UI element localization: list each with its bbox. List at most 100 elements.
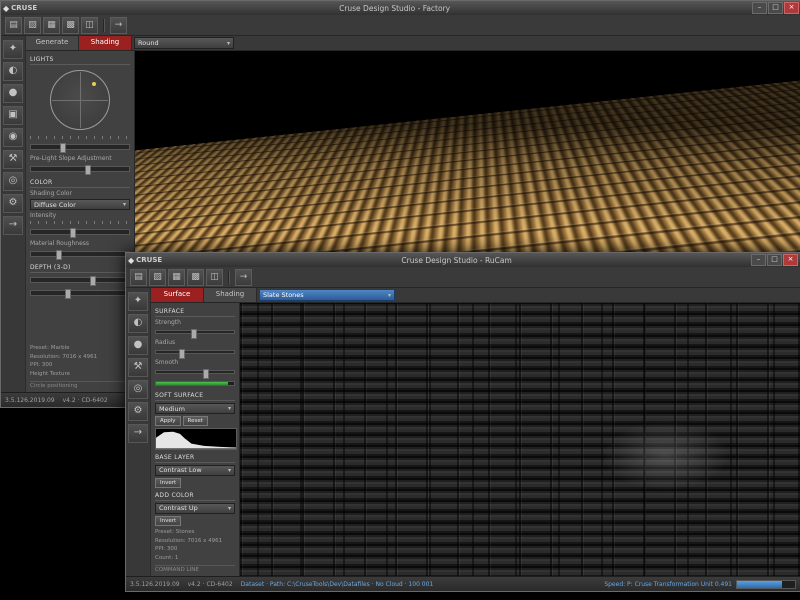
- shading-panel: LIGHTS Pre-Light Slope Adjustment COLOR …: [26, 51, 135, 392]
- toolbar-separator: [103, 19, 105, 32]
- smooth-slider[interactable]: [155, 370, 235, 374]
- solid-sphere-icon[interactable]: ●: [128, 336, 148, 355]
- maximize-button[interactable]: □: [767, 254, 782, 266]
- new-file-icon[interactable]: ▤: [5, 17, 22, 34]
- status-build: v4.2 · CD-6402: [63, 397, 108, 404]
- chevron-down-icon: ▾: [227, 40, 230, 47]
- invert-button[interactable]: Invert: [155, 516, 181, 526]
- material-ball-icon[interactable]: ◉: [3, 128, 23, 147]
- shading-color-label: Shading Color: [30, 190, 130, 197]
- minimize-button[interactable]: –: [752, 2, 767, 14]
- chevron-down-icon: ▾: [123, 201, 126, 208]
- panel-footer: COMMAND LINE: [155, 565, 235, 573]
- solid-sphere-icon[interactable]: ●: [3, 84, 23, 103]
- base-layer-dropdown[interactable]: Contrast Low ▾: [155, 465, 235, 476]
- title-bar[interactable]: ◆ CRUSE Cruse Design Studio - RuCam – □ …: [126, 253, 800, 267]
- title-bar[interactable]: ◆ CRUSE Cruse Design Studio - Factory – …: [1, 1, 800, 15]
- open-folder-icon[interactable]: ▨: [149, 269, 166, 286]
- cube-icon[interactable]: ▣: [3, 106, 23, 125]
- maximize-button[interactable]: □: [768, 2, 783, 14]
- preset-dropdown[interactable]: Round ▾: [134, 37, 234, 49]
- status-version: 3.5.126.2019.09: [5, 397, 55, 404]
- tools-icon[interactable]: ⚒: [128, 358, 148, 377]
- status-bar: 3.5.126.2019.09 v4.2 · CD-6402 Dataset ·…: [126, 576, 800, 591]
- soft-surface-dropdown[interactable]: Medium ▾: [155, 403, 235, 414]
- chevron-down-icon: ▾: [228, 405, 231, 412]
- invert-button[interactable]: Invert: [155, 478, 181, 488]
- import-icon[interactable]: ◫: [81, 17, 98, 34]
- compass-icon[interactable]: ✦: [128, 292, 148, 311]
- status-dataset-path: Dataset · Path: C:\CruseTools\Dev\Datafi…: [241, 581, 597, 588]
- export-arrow-icon[interactable]: →: [235, 269, 252, 286]
- strength-slider[interactable]: [155, 330, 235, 334]
- preset-info: Preset: Stones Resolution: 7016 x 4961 P…: [155, 528, 235, 563]
- shading-color-dropdown[interactable]: Diffuse Color ▾: [30, 199, 130, 210]
- save-as-icon[interactable]: ▩: [187, 269, 204, 286]
- shaded-sphere-icon[interactable]: ◐: [3, 62, 23, 81]
- app-logo: ◆ CRUSE: [3, 4, 37, 13]
- window-title: Cruse Design Studio - Factory: [37, 4, 752, 13]
- radius-slider[interactable]: [155, 350, 235, 354]
- chevron-down-icon: ▾: [228, 505, 231, 512]
- new-file-icon[interactable]: ▤: [130, 269, 147, 286]
- settings-gear-icon[interactable]: ⚙: [3, 194, 23, 213]
- save-as-icon[interactable]: ▩: [62, 17, 79, 34]
- tab-shading[interactable]: Shading: [204, 288, 257, 302]
- exit-arrow-icon[interactable]: →: [3, 216, 23, 235]
- open-folder-icon[interactable]: ▨: [24, 17, 41, 34]
- window-body: ✦ ◐ ● ⚒ ◎ ⚙ → Surface Shading Slate Ston…: [126, 288, 800, 576]
- info-line: Resolution: 7016 x 4961: [30, 353, 130, 362]
- exit-arrow-icon[interactable]: →: [128, 424, 148, 443]
- color-section-label: COLOR: [30, 179, 130, 188]
- reset-button[interactable]: Reset: [183, 416, 208, 426]
- panel-footer: Circle positioning: [30, 381, 130, 389]
- close-button[interactable]: ×: [783, 254, 798, 266]
- save-icon[interactable]: ▦: [168, 269, 185, 286]
- roughness-slider[interactable]: [30, 251, 130, 257]
- intensity-ticks: [30, 221, 130, 224]
- depth-slider-2[interactable]: [30, 290, 130, 296]
- logo-icon: ◆: [3, 4, 9, 13]
- apply-button[interactable]: Apply: [155, 416, 181, 426]
- camera-icon[interactable]: ◎: [3, 172, 23, 191]
- base-layer-buttons: Invert: [155, 478, 235, 488]
- info-line: Preset: Stones: [155, 528, 235, 537]
- save-icon[interactable]: ▦: [43, 17, 60, 34]
- content-column: Surface Shading Slate Stones ▾ SURFACE S…: [151, 288, 800, 576]
- tools-icon[interactable]: ⚒: [3, 150, 23, 169]
- window-controls: – □ ×: [751, 254, 798, 266]
- add-color-value: Contrast Up: [159, 504, 198, 512]
- light-slider-ticks: [30, 136, 130, 139]
- add-color-dropdown[interactable]: Contrast Up ▾: [155, 503, 235, 514]
- slope-slider[interactable]: [30, 166, 130, 172]
- compass-icon[interactable]: ✦: [3, 40, 23, 59]
- light-height-slider[interactable]: [30, 144, 130, 150]
- light-direction-widget[interactable]: [50, 70, 110, 130]
- close-button[interactable]: ×: [784, 2, 799, 14]
- app-logo: ◆ CRUSE: [128, 256, 162, 265]
- tab-shading[interactable]: Shading: [79, 36, 132, 50]
- info-line: PPI: 300: [30, 361, 130, 370]
- intensity-slider[interactable]: [30, 229, 130, 235]
- minimize-button[interactable]: –: [751, 254, 766, 266]
- viewport-texture[interactable]: [240, 303, 800, 576]
- info-line: Preset: Marble: [30, 344, 130, 353]
- preset-dropdown[interactable]: Slate Stones ▾: [259, 289, 395, 301]
- camera-icon[interactable]: ◎: [128, 380, 148, 399]
- import-icon[interactable]: ◫: [206, 269, 223, 286]
- depth-section-label: DEPTH (3-D): [30, 264, 130, 273]
- tab-surface[interactable]: Surface: [151, 288, 204, 302]
- soft-surface-section-label: SOFT SURFACE: [155, 392, 235, 401]
- smooth-label: Smooth: [155, 359, 235, 366]
- tab-generate[interactable]: Generate: [26, 36, 79, 50]
- side-icon-strip: ✦ ◐ ● ⚒ ◎ ⚙ →: [126, 288, 151, 576]
- shaded-sphere-icon[interactable]: ◐: [128, 314, 148, 333]
- base-layer-value: Contrast Low: [159, 466, 202, 474]
- slope-label: Pre-Light Slope Adjustment: [30, 155, 130, 162]
- export-arrow-icon[interactable]: →: [110, 17, 127, 34]
- light-position-marker[interactable]: [92, 82, 96, 86]
- depth-slider-1[interactable]: [30, 277, 130, 283]
- content-row: SURFACE Strength Radius Smooth SOFT SURF…: [151, 303, 800, 576]
- settings-gear-icon[interactable]: ⚙: [128, 402, 148, 421]
- radius-label: Radius: [155, 339, 235, 346]
